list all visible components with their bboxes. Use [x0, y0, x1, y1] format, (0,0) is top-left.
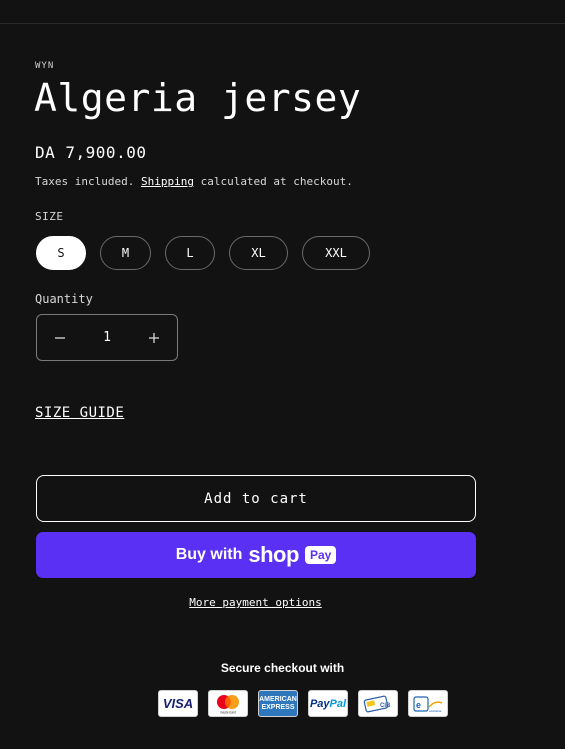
size-selector: S M L XL XXL	[36, 236, 370, 270]
size-option-m[interactable]: M	[100, 236, 151, 270]
size-guide-link[interactable]: SIZE GUIDE	[35, 405, 124, 421]
cib-card-icon: CIB	[358, 690, 398, 717]
product-vendor: WYN	[35, 61, 55, 71]
top-bar	[0, 0, 565, 24]
minus-icon	[55, 336, 65, 339]
quantity-increase-button[interactable]	[131, 315, 177, 360]
quantity-decrease-button[interactable]	[37, 315, 83, 360]
svg-text:e: e	[416, 700, 421, 710]
svg-text:CIB: CIB	[380, 703, 391, 709]
amex-card-icon: AMERICAN EXPRESS	[258, 690, 298, 717]
quantity-input[interactable]: 1	[103, 330, 111, 345]
tax-note: Taxes included. Shipping calculated at c…	[35, 175, 353, 188]
payment-cards: VISA mastercard AMERICAN EXPRESS PayPal …	[158, 690, 448, 717]
quantity-stepper: 1	[36, 314, 178, 361]
add-to-cart-button[interactable]: Add to cart	[36, 475, 476, 522]
product-title: Algeria jersey	[34, 76, 362, 120]
plus-icon	[148, 332, 159, 343]
mastercard-icon: mastercard	[208, 690, 248, 717]
svg-text:mastercard: mastercard	[220, 710, 236, 714]
size-option-xl[interactable]: XL	[229, 236, 288, 270]
buy-with-label: Buy with	[175, 546, 243, 563]
size-label: SIZE	[35, 210, 64, 223]
edahabia-card-icon: e edahabia	[408, 690, 448, 717]
svg-text:edahabia: edahabia	[429, 709, 442, 713]
quantity-label: Quantity	[35, 292, 93, 306]
size-option-s[interactable]: S	[36, 236, 86, 270]
tax-suffix: calculated at checkout.	[200, 175, 353, 188]
pay-badge: Pay	[304, 546, 337, 564]
paypal-card-icon: PayPal	[308, 690, 348, 717]
size-option-xxl[interactable]: XXL	[302, 236, 370, 270]
shop-logo: shop	[248, 542, 299, 567]
product-price: DA 7,900.00	[35, 143, 147, 162]
more-payment-options-link[interactable]: More payment options	[0, 596, 511, 609]
visa-card-icon: VISA	[158, 690, 198, 717]
shipping-link[interactable]: Shipping	[141, 175, 194, 188]
size-option-l[interactable]: L	[165, 236, 215, 270]
tax-prefix: Taxes included.	[35, 175, 135, 188]
secure-checkout-label: Secure checkout with	[220, 661, 345, 675]
buy-with-shop-pay-button[interactable]: Buy with shop Pay	[36, 532, 476, 578]
